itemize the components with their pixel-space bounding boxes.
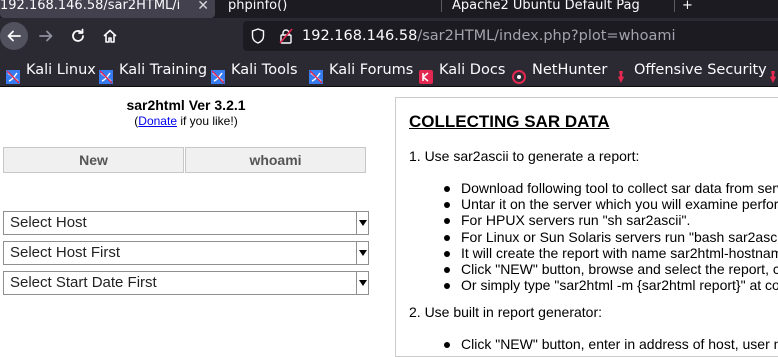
close-tab-icon[interactable]: ✕ xyxy=(197,0,209,18)
offsec-icon xyxy=(766,64,778,83)
list-item: For Linux or Sun Solaris servers run "ba… xyxy=(442,229,778,245)
bookmark-label: Kali Linux xyxy=(26,62,96,78)
reload-icon xyxy=(72,28,84,42)
bookmark-label: Kali Training xyxy=(119,62,208,78)
url-text[interactable]: 192.168.146.58/sar2HTML/index.php?plot=w… xyxy=(302,21,676,51)
panel-heading: COLLECTING SAR DATA xyxy=(409,112,610,131)
kali-icon xyxy=(309,64,323,84)
forward-button[interactable] xyxy=(32,22,60,50)
step-1-list: Download following tool to collect sar d… xyxy=(442,180,778,293)
bookmark-kali-forums[interactable]: Kali Forums xyxy=(309,54,414,86)
address-bar[interactable]: 192.168.146.58/sar2HTML/index.php?plot=w… xyxy=(243,21,778,51)
bookmark-label: Kali Forums xyxy=(329,62,414,78)
bookmark-label: Offensive Security xyxy=(634,62,767,78)
donate-link[interactable]: Donate xyxy=(138,114,177,128)
arrow-left-icon xyxy=(7,30,21,42)
tab-label: 192.168.146.58/sar2HTML/i xyxy=(0,0,181,13)
tab-phpinfo[interactable]: phpinfo() xyxy=(216,0,441,18)
back-button[interactable] xyxy=(0,22,28,50)
nethunter-icon xyxy=(512,64,526,84)
list-item: For HPUX servers run "sh sar2ascii". xyxy=(442,212,778,228)
bookmark-kali-tools[interactable]: Kali Tools xyxy=(211,54,298,86)
app-title: sar2html Ver 3.2.1 xyxy=(126,97,246,113)
dropdown-arrow-icon xyxy=(356,212,368,234)
kali-icon xyxy=(6,64,20,84)
shield-icon[interactable] xyxy=(251,28,265,44)
bookmark-label: Kali Docs xyxy=(439,62,506,78)
tab-label: phpinfo() xyxy=(228,0,288,13)
kali-icon xyxy=(99,64,113,84)
control-panel: sar2html Ver 3.2.1 (Donate if you like!)… xyxy=(0,87,372,342)
home-icon xyxy=(103,29,117,43)
tab-label: Apache2 Ubuntu Default Pag xyxy=(452,0,640,13)
page-content: sar2html Ver 3.2.1 (Donate if you like!)… xyxy=(0,87,778,357)
instructions-panel: COLLECTING SAR DATA 1. Use sar2ascii to … xyxy=(395,97,778,357)
offsec-icon xyxy=(614,64,628,83)
bookmark-offensive-security[interactable]: Offensive Security xyxy=(614,54,767,86)
host-select[interactable]: Select Host xyxy=(3,211,369,235)
home-button[interactable] xyxy=(96,22,124,50)
bookmark-kali-docs[interactable]: Kali Docs xyxy=(419,54,506,86)
host-select-value: Select Host xyxy=(10,214,87,231)
navigation-toolbar: 192.168.146.58/sar2HTML/index.php?plot=w… xyxy=(0,18,778,54)
host-first-select-value: Select Host First xyxy=(10,244,121,261)
donate-suffix: if you like!) xyxy=(177,114,238,128)
url-path: /sar2HTML/index.php?plot=whoami xyxy=(417,28,676,44)
new-button[interactable]: New xyxy=(3,147,184,173)
tab-sar2html[interactable]: 192.168.146.58/sar2HTML/i ✕ xyxy=(0,0,215,18)
reload-button[interactable] xyxy=(64,22,92,50)
bookmark-kali-training[interactable]: Kali Training xyxy=(99,54,208,86)
kali-icon xyxy=(211,64,225,84)
plus-icon: + xyxy=(682,0,693,13)
tab-separator xyxy=(674,0,675,12)
bookmark-overflow[interactable] xyxy=(766,54,778,86)
start-date-select[interactable]: Select Start Date First xyxy=(3,271,369,295)
kali-docs-icon xyxy=(419,64,433,84)
bookmark-label: NetHunter xyxy=(532,62,608,78)
list-item: Click "NEW" button, enter in address of … xyxy=(442,336,778,352)
step-1: 1. Use sar2ascii to generate a report: xyxy=(409,148,640,164)
step-2-list: Click "NEW" button, enter in address of … xyxy=(442,336,778,352)
tab-apache[interactable]: Apache2 Ubuntu Default Pag xyxy=(442,0,674,18)
start-date-select-value: Select Start Date First xyxy=(10,274,157,291)
tab-strip: 192.168.146.58/sar2HTML/i ✕ phpinfo() Ap… xyxy=(0,0,778,18)
dropdown-arrow-icon xyxy=(356,242,368,264)
list-item: Click "NEW" button, browse and select th… xyxy=(442,261,778,277)
host-first-select[interactable]: Select Host First xyxy=(3,241,369,265)
plot-button[interactable]: whoami xyxy=(185,147,366,173)
step-2: 2. Use built in report generator: xyxy=(409,304,602,320)
insecure-lock-icon[interactable] xyxy=(279,28,293,44)
list-item: Untar it on the server which you will ex… xyxy=(442,196,778,212)
donate-line: (Donate if you like!) xyxy=(0,114,372,128)
list-item: Or simply type "sar2html -m {sar2html re… xyxy=(442,277,778,293)
list-item: Download following tool to collect sar d… xyxy=(442,180,778,196)
new-tab-button[interactable]: + xyxy=(676,0,696,18)
bookmarks-toolbar: Kali Linux Kali Training Kali Tools Kali… xyxy=(0,54,778,87)
list-item: It will create the report with name sar2… xyxy=(442,245,778,261)
bookmark-label: Kali Tools xyxy=(231,62,298,78)
bookmark-nethunter[interactable]: NetHunter xyxy=(512,54,608,86)
arrow-right-icon xyxy=(39,30,53,42)
bookmark-kali-linux[interactable]: Kali Linux xyxy=(6,54,96,86)
url-host: 192.168.146.58 xyxy=(302,28,418,44)
dropdown-arrow-icon xyxy=(356,272,368,294)
